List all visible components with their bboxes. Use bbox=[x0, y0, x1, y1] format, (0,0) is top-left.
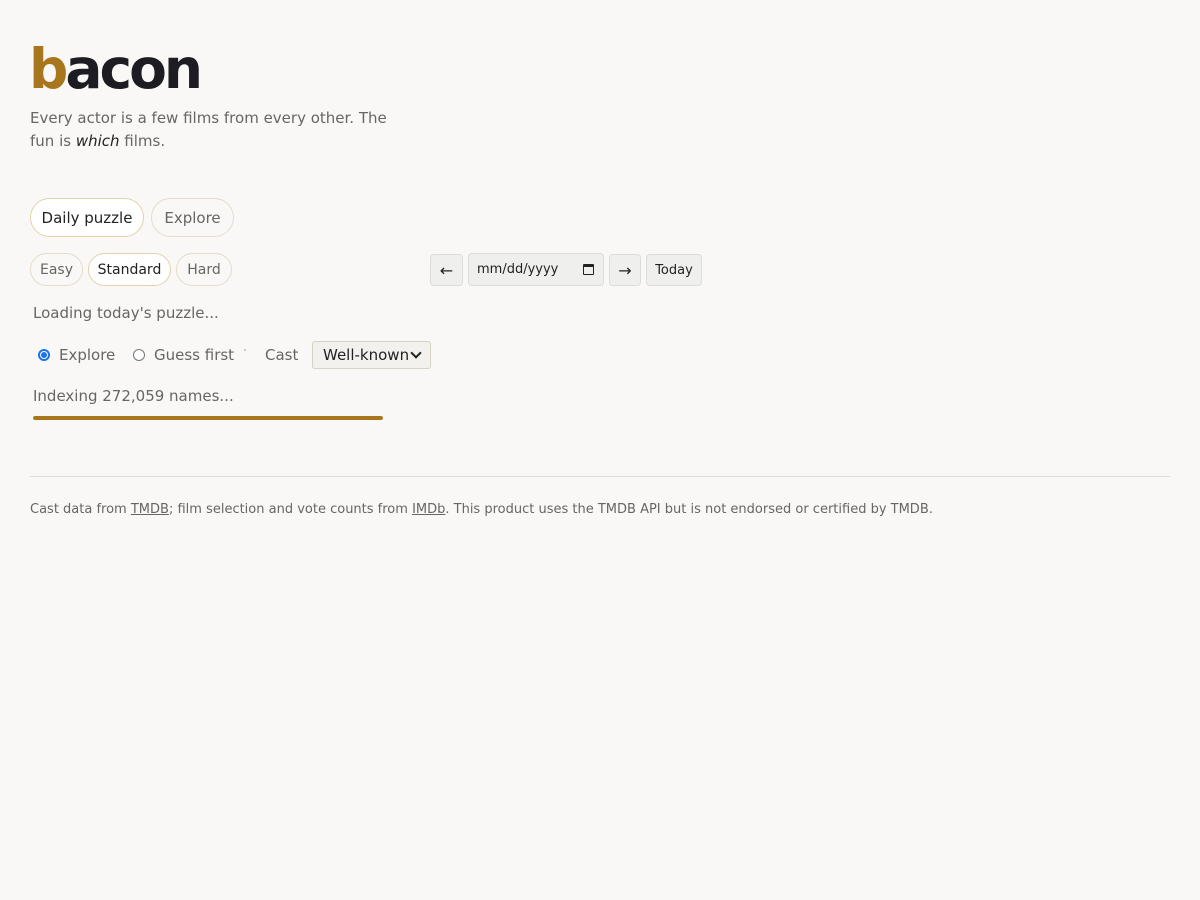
logo-text: acon bbox=[65, 37, 203, 101]
tagline-text-end: films. bbox=[119, 132, 166, 150]
page: bacon Every actor is a few films from ev… bbox=[0, 0, 1200, 900]
radio-guess-first-dot[interactable] bbox=[133, 349, 145, 361]
indexing-progress-bar bbox=[33, 416, 383, 420]
logo-accent-letter: b bbox=[29, 37, 68, 101]
chevron-down-icon bbox=[410, 347, 422, 359]
difficulty-hard-button[interactable]: Hard bbox=[176, 253, 232, 286]
indexing-status: Indexing 272,059 names... bbox=[33, 387, 234, 405]
cast-select[interactable]: Well-known bbox=[312, 341, 431, 369]
today-button[interactable]: Today bbox=[646, 254, 702, 286]
cast-label: Cast bbox=[265, 346, 299, 364]
radio-explore-label: Explore bbox=[59, 346, 116, 364]
next-day-button[interactable]: → bbox=[609, 254, 641, 286]
difficulty-standard-button[interactable]: Standard bbox=[88, 253, 171, 286]
radio-guess-first-label: Guess first bbox=[154, 346, 235, 364]
separator-dot bbox=[244, 349, 246, 351]
tmdb-link[interactable]: TMDB bbox=[131, 502, 169, 517]
indexing-progress-fill bbox=[33, 416, 383, 420]
tagline-emphasis: which bbox=[75, 132, 120, 150]
radio-explore-dot[interactable] bbox=[38, 349, 50, 361]
loading-status: Loading today's puzzle... bbox=[33, 304, 219, 322]
date-placeholder: mm/dd/yyyy bbox=[477, 262, 559, 277]
imdb-link[interactable]: IMDb bbox=[412, 502, 445, 517]
footer-text-end: . This product uses the TMDB API but is … bbox=[445, 502, 933, 517]
calendar-icon[interactable] bbox=[583, 264, 594, 275]
footer-text-middle: ; film selection and vote counts from bbox=[168, 502, 413, 517]
radio-explore[interactable]: Explore bbox=[38, 343, 115, 367]
radio-guess-first[interactable]: Guess first bbox=[133, 343, 234, 367]
difficulty-easy-button[interactable]: Easy bbox=[30, 253, 83, 286]
footer: Cast data from TMDB; film selection and … bbox=[30, 501, 933, 519]
cast-select-value: Well-known bbox=[323, 346, 410, 364]
logo: bacon bbox=[29, 36, 203, 102]
footer-text: Cast data from bbox=[30, 502, 131, 517]
footer-divider bbox=[30, 476, 1170, 477]
tab-daily-puzzle[interactable]: Daily puzzle bbox=[30, 198, 144, 237]
tagline: Every actor is a few films from every ot… bbox=[30, 107, 400, 153]
date-input[interactable]: mm/dd/yyyy bbox=[468, 253, 604, 286]
tab-explore[interactable]: Explore bbox=[151, 198, 234, 237]
prev-day-button[interactable]: ← bbox=[430, 254, 463, 286]
